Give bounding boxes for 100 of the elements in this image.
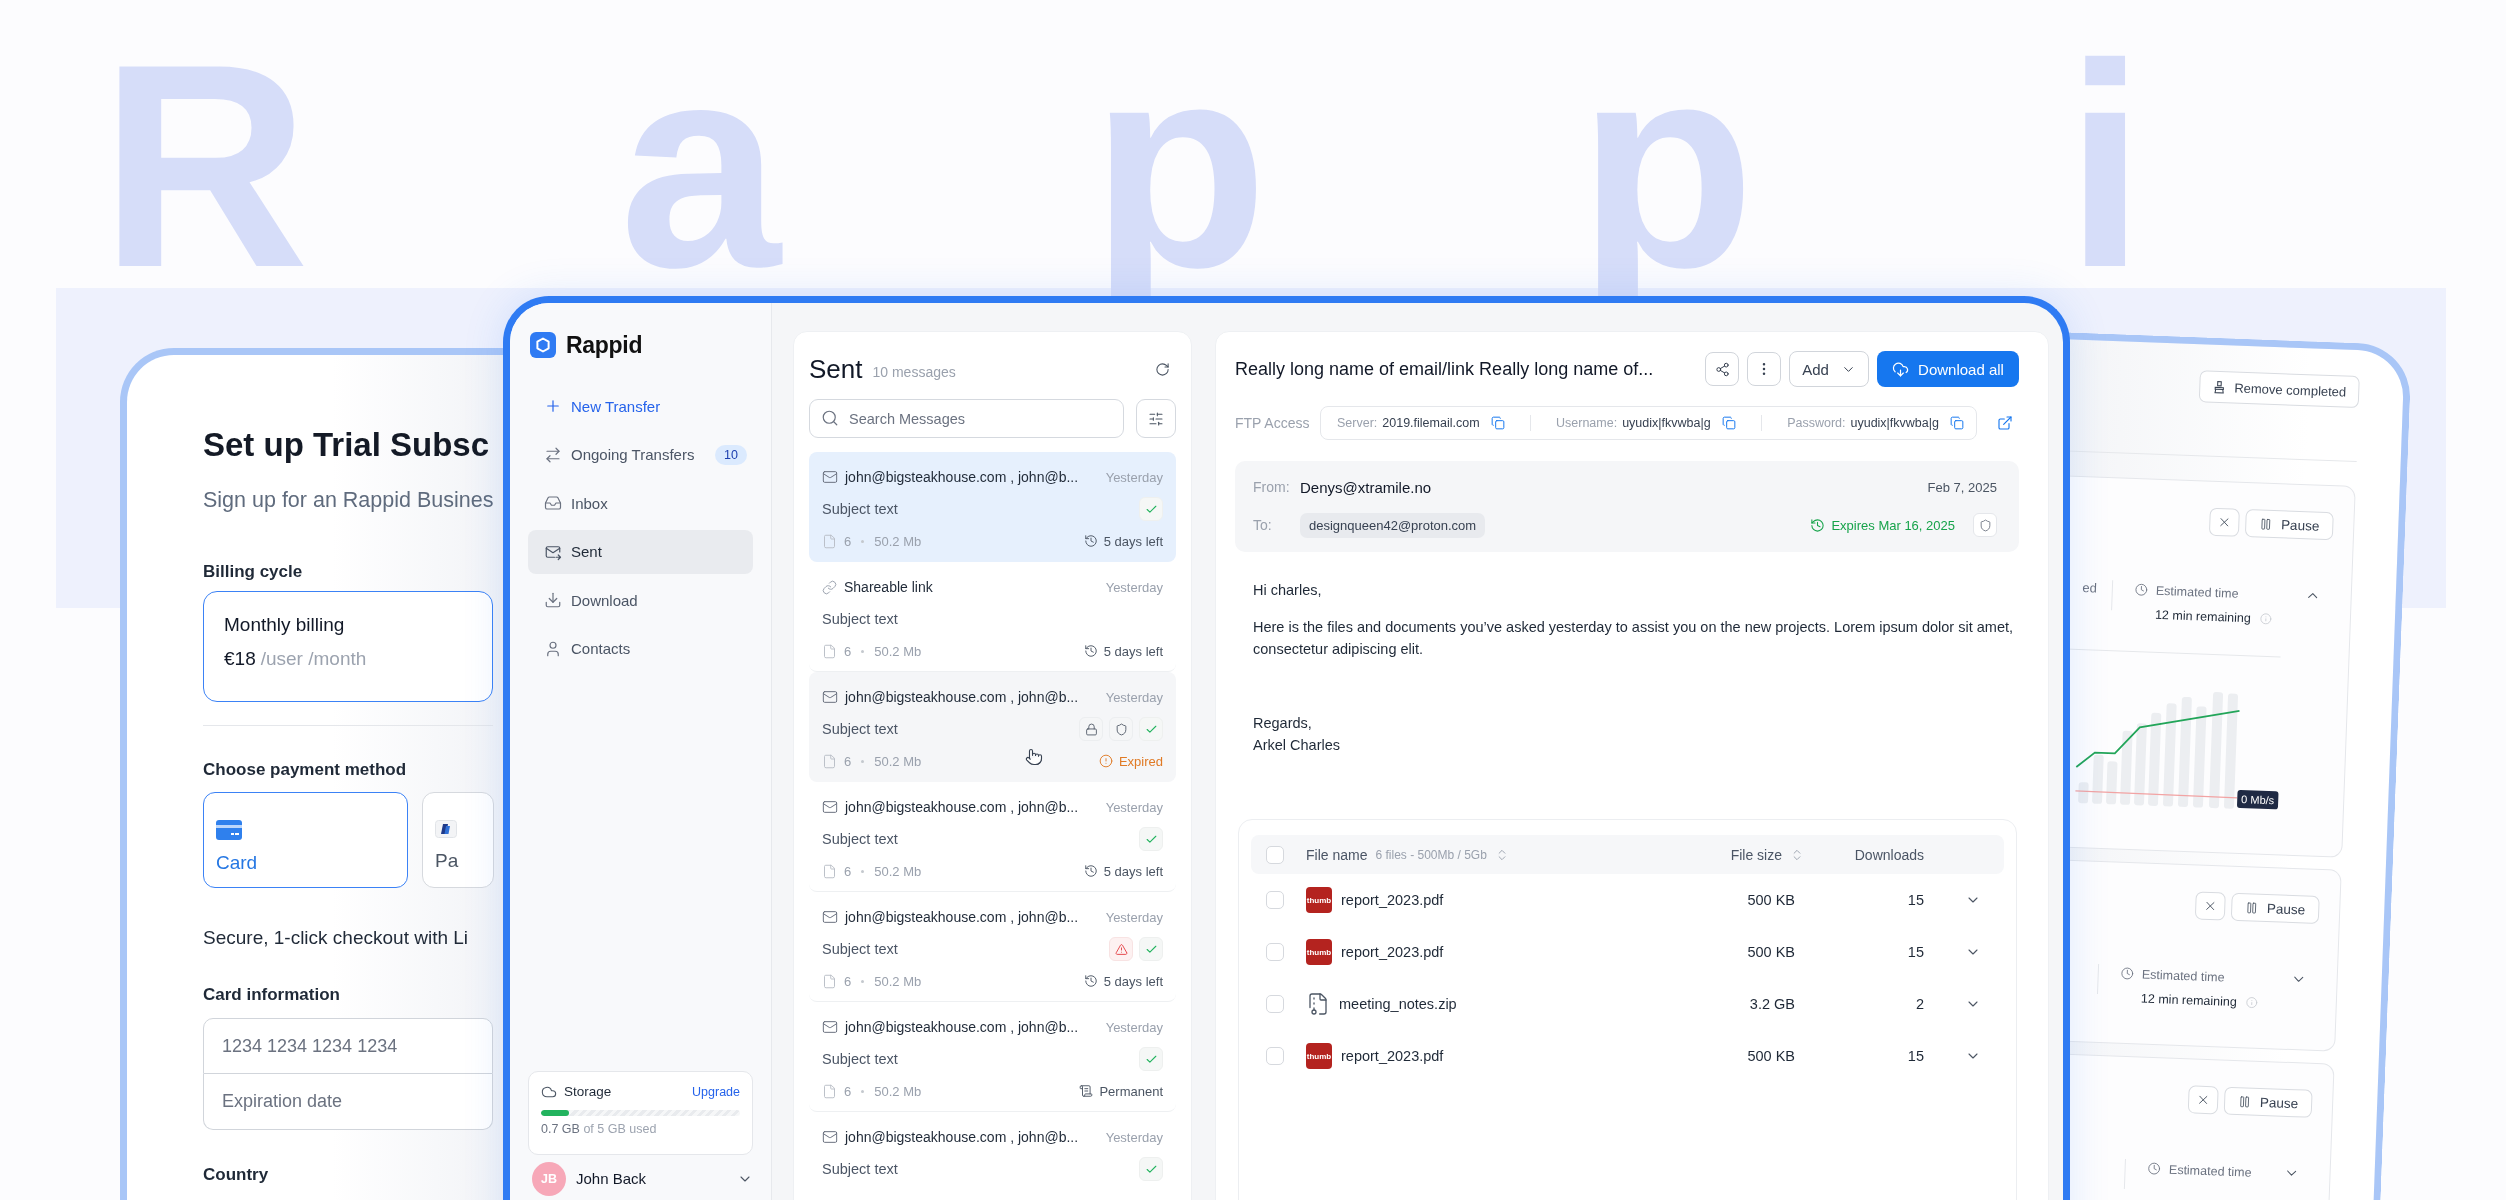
checkbox[interactable] bbox=[1266, 1047, 1284, 1066]
pause-button[interactable]: Pause bbox=[2244, 509, 2334, 541]
file-size: 3.2 GB bbox=[1748, 996, 1796, 1013]
logo-icon bbox=[530, 332, 556, 358]
nav-item[interactable]: New Transfer bbox=[528, 384, 753, 428]
pause-icon bbox=[2244, 900, 2259, 915]
copy-icon[interactable] bbox=[1949, 416, 1964, 430]
add-button[interactable]: Add bbox=[1789, 351, 1869, 387]
expiry-status: 5 days left bbox=[1103, 973, 1163, 989]
mail-icon bbox=[822, 1019, 838, 1035]
mail-icon bbox=[822, 799, 838, 815]
section-label: Choose payment method bbox=[203, 759, 407, 781]
credential-label: Server: bbox=[1337, 416, 1378, 430]
file-count: 6 bbox=[844, 1083, 852, 1099]
logo-tile-icon bbox=[435, 820, 457, 838]
sent-date: Feb 7, 2025 bbox=[1927, 479, 1997, 495]
greeting-text: Hi charles, bbox=[1253, 581, 1323, 601]
recipient-chip: designqueen42@proton.com bbox=[1300, 512, 1486, 538]
lock-icon bbox=[1079, 717, 1103, 741]
history-icon bbox=[1810, 517, 1826, 533]
input-field[interactable]: 1234 1234 1234 1234 bbox=[203, 1018, 493, 1074]
copy-icon[interactable] bbox=[1721, 416, 1736, 430]
checkbox[interactable] bbox=[1266, 995, 1284, 1014]
message-count: 10 messages bbox=[872, 364, 957, 380]
remove-completed-button[interactable]: Remove completed bbox=[2198, 370, 2360, 409]
nav-item[interactable]: Inbox bbox=[528, 481, 753, 525]
nav-item[interactable]: Contacts bbox=[528, 626, 753, 671]
clock-icon bbox=[2134, 583, 2149, 597]
eta-label: Estimated time bbox=[2141, 966, 2226, 987]
pause-button[interactable]: Pause bbox=[2223, 1086, 2313, 1118]
mail-icon bbox=[822, 909, 838, 925]
message-subject: Subject text bbox=[822, 1051, 899, 1067]
history-icon bbox=[1083, 644, 1098, 658]
from-label: From: bbox=[1253, 479, 1291, 495]
checkbox[interactable] bbox=[1266, 891, 1284, 910]
upgrade-link[interactable]: Upgrade bbox=[692, 1084, 740, 1099]
message-subject: Subject text bbox=[822, 831, 899, 847]
storage-label: Storage bbox=[564, 1084, 613, 1099]
file-thumbnail: thumb bbox=[1306, 939, 1332, 966]
refresh-icon[interactable] bbox=[1155, 361, 1170, 377]
credit-card-icon bbox=[216, 820, 242, 840]
payment-option[interactable]: Card bbox=[203, 792, 408, 888]
file-thumbnail: thumb bbox=[1306, 887, 1332, 914]
expiry-status: Permanent bbox=[1099, 1083, 1163, 1099]
expiry-status: Expired bbox=[1118, 753, 1163, 769]
clock-icon bbox=[2147, 1161, 2162, 1176]
expiry-date: Expires Mar 16, 2025 bbox=[1831, 517, 1955, 533]
file-count: 6 bbox=[844, 533, 852, 549]
speed-bar bbox=[2092, 754, 2104, 804]
message-subject: Subject text bbox=[822, 501, 899, 517]
file-name: report_2023.pdf bbox=[1341, 892, 1444, 909]
mail-icon bbox=[822, 1129, 838, 1145]
file-icon bbox=[822, 863, 837, 879]
plus-icon bbox=[544, 397, 562, 415]
cancel-button[interactable] bbox=[2194, 891, 2226, 921]
inbox-icon bbox=[544, 494, 562, 512]
file-size: 500 KB bbox=[1746, 892, 1796, 909]
download-all-button[interactable]: Download all bbox=[1877, 351, 2019, 387]
sliders-icon bbox=[1148, 410, 1164, 427]
message-item[interactable]: john@bigsteakhouse.com , john@b... Yesterday Subject text 6 50.2 Mb 5 days left bbox=[809, 452, 1176, 562]
copy-icon[interactable] bbox=[1490, 416, 1505, 430]
message-sender: Shareable link bbox=[844, 579, 934, 595]
pause-icon bbox=[2258, 517, 2273, 531]
file-size: 500 KB bbox=[1746, 944, 1796, 961]
file-count: 6 bbox=[844, 863, 852, 879]
pause-button[interactable]: Pause bbox=[2230, 892, 2320, 924]
expiry-status: 5 days left bbox=[1103, 643, 1163, 659]
check-icon bbox=[1139, 717, 1163, 741]
file-name: meeting_notes.zip bbox=[1339, 996, 1457, 1013]
message-date: Yesterday bbox=[1105, 579, 1163, 595]
column-header: Downloads bbox=[1854, 846, 1924, 863]
search-field[interactable]: Search Messages bbox=[809, 399, 1124, 438]
input-field[interactable]: Expiration date bbox=[203, 1074, 493, 1130]
plan-price: €18 bbox=[224, 647, 256, 671]
download-icon bbox=[544, 591, 562, 609]
sender-address: Denys@xtramile.no bbox=[1300, 478, 1433, 496]
user-icon bbox=[544, 639, 562, 658]
checkbox[interactable] bbox=[1266, 943, 1284, 962]
checkbox[interactable] bbox=[1266, 845, 1284, 864]
ftp-label: FTP Access bbox=[1235, 415, 1311, 431]
separator-dot-icon bbox=[861, 869, 865, 873]
message-date: Yesterday bbox=[1105, 689, 1163, 705]
billing-option[interactable]: Monthly billing €18 /user /month bbox=[203, 591, 493, 702]
message-item[interactable]: john@bigsteakhouse.com , john@b... Yesterday Subject text 6 50.2 Mb Expired bbox=[809, 672, 1176, 782]
file-count: 6 bbox=[844, 753, 852, 769]
nav-item[interactable]: Ongoing Transfers 10 bbox=[528, 432, 753, 477]
payment-option[interactable]: Pa bbox=[422, 792, 494, 888]
separator-dot-icon bbox=[861, 1089, 865, 1093]
zip-file-icon bbox=[1306, 992, 1330, 1017]
download-count: 15 bbox=[1906, 1048, 1924, 1065]
nav-item[interactable]: Sent bbox=[528, 529, 753, 574]
credential-value: uyudix|fkvwba|g bbox=[1850, 416, 1939, 430]
filter-button[interactable] bbox=[1136, 399, 1176, 438]
message-sender: john@bigsteakhouse.com , john@b... bbox=[845, 909, 1080, 925]
plan-name: Monthly billing bbox=[224, 613, 346, 637]
message-sender: john@bigsteakhouse.com , john@b... bbox=[845, 469, 1080, 485]
external-link-icon[interactable] bbox=[1997, 415, 2013, 431]
file-size: 50.2 Mb bbox=[874, 753, 922, 769]
share-button[interactable] bbox=[1705, 352, 1739, 386]
nav-item[interactable]: Download bbox=[528, 578, 753, 622]
